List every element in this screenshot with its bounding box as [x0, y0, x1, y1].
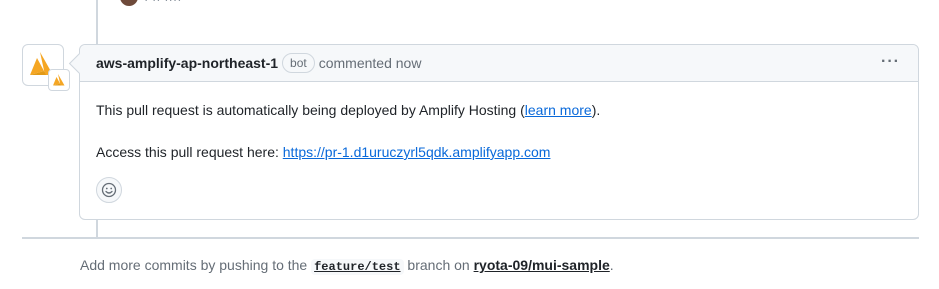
comment-line-deploy-suffix: ).: [591, 102, 601, 118]
smiley-icon: [101, 182, 117, 198]
comment-line-deploy-text: This pull request is automatically being…: [96, 102, 525, 118]
bot-badge: bot: [282, 53, 315, 73]
comment-menu-kebab-icon[interactable]: ···: [881, 54, 900, 70]
comment-author-link[interactable]: aws-amplify-ap-northeast-1: [96, 55, 278, 71]
previous-avatar: [120, 0, 138, 6]
previous-item-text: · ·· ····: [144, 0, 182, 7]
push-note-prefix: Add more commits by pushing to the: [80, 257, 312, 273]
previous-item-menu-icon[interactable]: ···: [872, 0, 889, 4]
amplify-mini-badge: [48, 69, 70, 91]
timeline-line-bottom: [96, 219, 98, 237]
learn-more-link[interactable]: learn more: [525, 102, 592, 118]
repo-link[interactable]: ryota-09/mui-sample: [474, 257, 610, 273]
comment-line-deploy: This pull request is automatically being…: [96, 100, 902, 120]
comment-box: aws-amplify-ap-northeast-1 bot commented…: [79, 44, 919, 220]
push-note-middle: branch on: [403, 257, 474, 273]
amplify-mini-logo-icon: [53, 74, 65, 86]
comment-line-access: Access this pull request here: https://p…: [96, 142, 902, 162]
comment-body: This pull request is automatically being…: [80, 82, 918, 162]
push-commits-note: Add more commits by pushing to the featu…: [80, 257, 614, 275]
timeline-divider: [22, 237, 919, 239]
comment-timestamp[interactable]: commented now: [319, 55, 422, 71]
timeline-line-top: [96, 0, 98, 44]
author-avatar[interactable]: [22, 44, 70, 91]
add-reaction-button[interactable]: [96, 177, 122, 203]
comment-line-access-text: Access this pull request here:: [96, 144, 283, 160]
comment-header: aws-amplify-ap-northeast-1 bot commented…: [80, 45, 918, 82]
push-note-suffix: .: [609, 257, 614, 273]
preview-url-link[interactable]: https://pr-1.d1uruczyrl5qdk.amplifyapp.c…: [283, 144, 551, 160]
previous-timeline-item: · ·· ····: [120, 0, 182, 7]
branch-name-link[interactable]: feature/test: [311, 259, 404, 275]
